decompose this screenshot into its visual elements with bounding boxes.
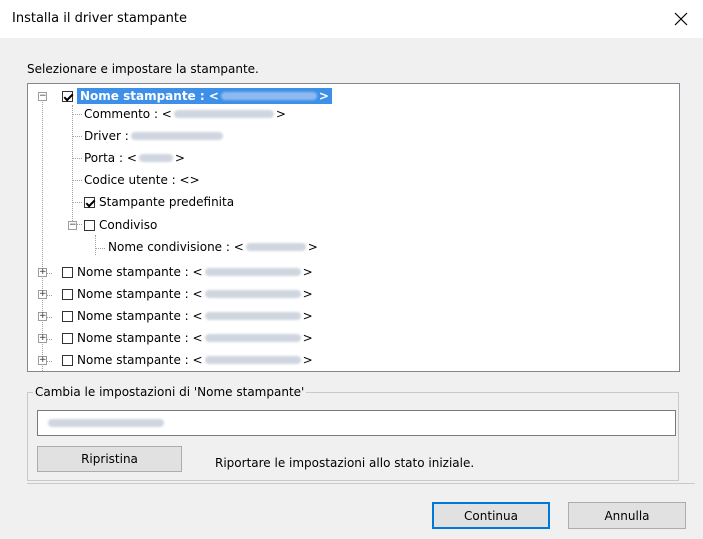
tree-node-printer[interactable]: Nome stampante : < >: [62, 262, 313, 282]
settings-group-label: Cambia le impostazioni di 'Nome stampant…: [33, 385, 307, 399]
divider: [27, 483, 695, 484]
printer-checkbox[interactable]: [62, 90, 73, 102]
collapse-icon[interactable]: −: [38, 92, 47, 101]
reset-button[interactable]: Ripristina: [37, 446, 182, 472]
tree-node-driver[interactable]: Driver :: [84, 126, 225, 146]
selected-printer-label: Nome stampante : < >: [77, 88, 332, 104]
expand-icon[interactable]: +: [38, 334, 47, 343]
tree-node-codice-utente[interactable]: Codice utente : <>: [84, 170, 200, 190]
continue-button[interactable]: Continua: [432, 502, 550, 529]
tree-node-printer[interactable]: Nome stampante : < >: [62, 350, 313, 370]
expand-icon[interactable]: +: [38, 312, 47, 321]
tree-node-condiviso[interactable]: Condiviso: [84, 215, 157, 235]
tree-node-printer[interactable]: Nome stampante : < >: [62, 284, 313, 304]
shared-checkbox[interactable]: [84, 219, 95, 231]
dialog-body: Selezionare e impostare la stampante. − …: [0, 38, 703, 539]
printer-name-input[interactable]: [37, 410, 676, 436]
default-printer-checkbox[interactable]: [84, 196, 95, 208]
expand-icon[interactable]: +: [38, 290, 47, 299]
collapse-icon[interactable]: −: [68, 221, 77, 230]
window-title: Installa il driver stampante: [12, 11, 188, 26]
tree-node-nome-condivisione[interactable]: Nome condivisione : < >: [108, 237, 318, 257]
tree-node-printer-selected[interactable]: Nome stampante : < >: [62, 86, 332, 106]
cancel-button[interactable]: Annulla: [568, 502, 686, 529]
reset-description: Riportare le impostazioni allo stato ini…: [215, 456, 475, 470]
printer-tree[interactable]: − Nome stampante : < > Commento : < > Dr…: [27, 83, 680, 372]
close-button[interactable]: [659, 0, 703, 38]
tree-node-stampante-predefinita[interactable]: Stampante predefinita: [84, 192, 234, 212]
title-bar: Installa il driver stampante: [0, 0, 703, 38]
tree-node-porta[interactable]: Porta : < >: [84, 148, 185, 168]
expand-icon[interactable]: +: [38, 356, 47, 365]
expand-icon[interactable]: +: [38, 268, 47, 277]
close-icon: [674, 12, 688, 26]
settings-group: Cambia le impostazioni di 'Nome stampant…: [27, 385, 695, 481]
tree-node-printer[interactable]: Nome stampante : < >: [62, 306, 313, 326]
tree-node-commento[interactable]: Commento : < >: [84, 104, 286, 124]
instruction-text: Selezionare e impostare la stampante.: [27, 62, 259, 76]
tree-node-printer[interactable]: Nome stampante : < >: [62, 328, 313, 348]
